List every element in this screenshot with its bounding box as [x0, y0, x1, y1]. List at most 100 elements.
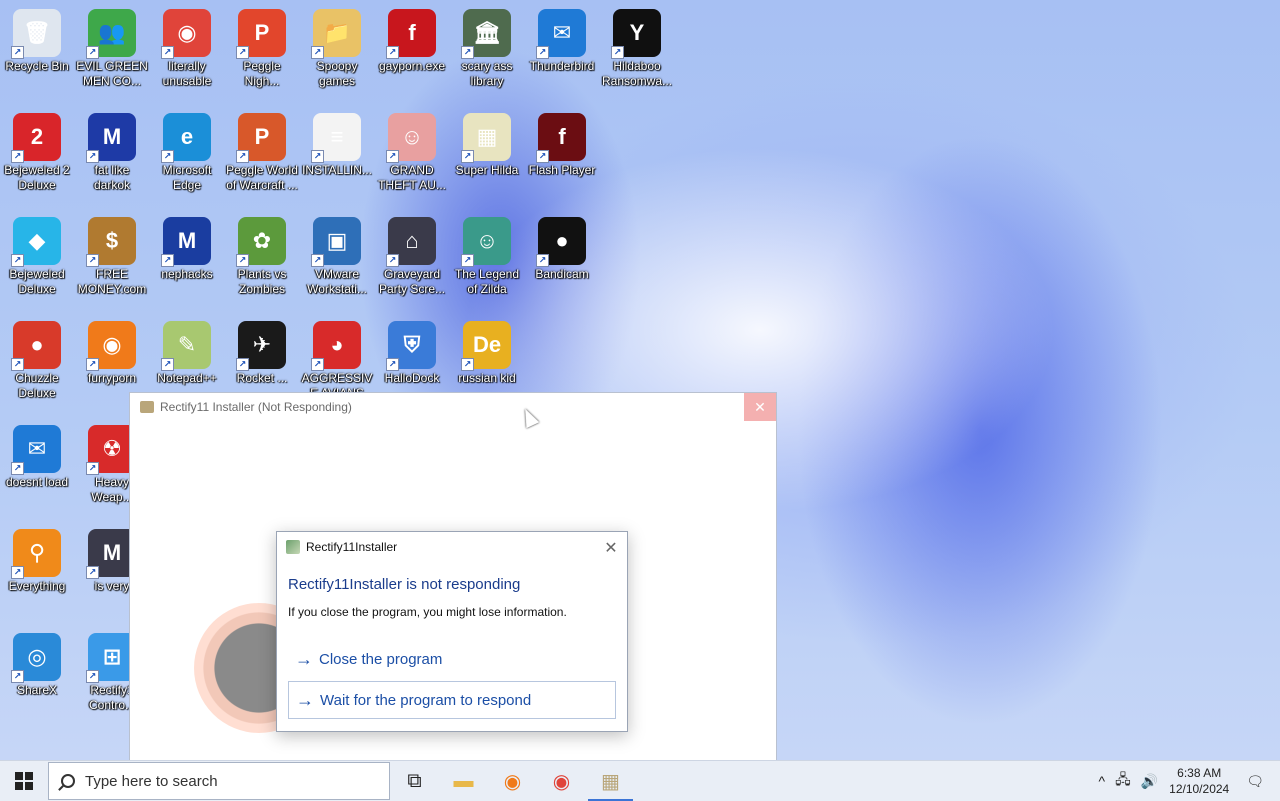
- desktop-icon[interactable]: 📁 ↗ Spoopy games: [300, 4, 374, 104]
- dialog-close-button[interactable]: ✕: [603, 538, 619, 558]
- task-view-icon: ⧉: [407, 769, 422, 792]
- dialog-heading: Rectify11Installer is not responding: [288, 576, 521, 593]
- desktop-icon-label: Peggle Nigh...: [243, 59, 281, 88]
- taskbar-button[interactable]: ◉: [537, 761, 586, 801]
- shortcut-arrow-icon: ↗: [386, 358, 399, 371]
- shortcut-arrow-icon: ↗: [11, 670, 24, 683]
- shortcut-arrow-icon: ↗: [236, 150, 249, 163]
- network-icon[interactable]: 🖧: [1115, 769, 1131, 793]
- app-icon: 2 ↗: [11, 113, 61, 163]
- desktop-icon[interactable]: Y ↗ Hildaboo Ransomwa...: [600, 4, 674, 104]
- shortcut-arrow-icon: ↗: [86, 670, 99, 683]
- installer-titlebar[interactable]: Rectify11 Installer (Not Responding): [130, 393, 776, 421]
- desktop-icon[interactable]: ● ↗ Bandicam: [525, 212, 599, 312]
- desktop-icon[interactable]: ⚲ ↗ Everything: [0, 524, 74, 624]
- app-icon: ◎ ↗: [11, 633, 61, 683]
- desktop-icon-label: Thunderbird: [529, 59, 595, 73]
- taskbar-button[interactable]: ⧉: [390, 761, 439, 801]
- desktop-icon[interactable]: ⌂ ↗ Graveyard Party Scre...: [375, 212, 449, 312]
- desktop-icon-label: Plants vs Zombies: [237, 267, 287, 296]
- app-icon: M ↗: [161, 217, 211, 267]
- desktop-icon[interactable]: ◆ ↗ Bejeweled Deluxe: [0, 212, 74, 312]
- desktop-icon-label: Chuzzle Deluxe: [15, 371, 59, 400]
- app-icon: ✿ ↗: [236, 217, 286, 267]
- desktop-icon[interactable]: e ↗ Microsoft Edge: [150, 108, 224, 208]
- wait-program-label: Wait for the program to respond: [320, 691, 532, 709]
- taskbar-button[interactable]: ▦: [586, 761, 635, 801]
- shortcut-arrow-icon: ↗: [161, 254, 174, 267]
- app-icon: ▣ ↗: [311, 217, 361, 267]
- app-icon: e ↗: [161, 113, 211, 163]
- desktop-icon[interactable]: ≡ ↗ INSTALLIN...: [300, 108, 374, 208]
- shortcut-arrow-icon: ↗: [461, 254, 474, 267]
- app-icon: M ↗: [86, 113, 136, 163]
- desktop-icon-label: Spoopy games: [316, 59, 358, 88]
- desktop-icon-label: scary ass library: [461, 59, 513, 88]
- desktop-icon-label: Flash Player: [528, 163, 596, 177]
- show-hidden-icons-chevron[interactable]: ^: [1099, 773, 1106, 789]
- desktop-icon-label: Notepad++: [157, 371, 217, 385]
- desktop-icon-label: VMware Workstati...: [307, 267, 367, 296]
- volume-icon[interactable]: 🔊: [1141, 773, 1158, 790]
- desktop-icon[interactable]: ✿ ↗ Plants vs Zombies: [225, 212, 299, 312]
- app-icon: $ ↗: [86, 217, 136, 267]
- clock-time: 6:38 AM: [1177, 766, 1222, 780]
- shortcut-arrow-icon: ↗: [86, 150, 99, 163]
- clock[interactable]: 6:38 AM 12/10/2024: [1169, 765, 1229, 797]
- desktop-icon[interactable]: f ↗ gayporn.exe: [375, 4, 449, 104]
- installer-title: Rectify11 Installer (Not Responding): [160, 400, 352, 414]
- desktop-icon-label: fat like darkok: [93, 163, 131, 192]
- desktop-icon[interactable]: ✉ ↗ Thunderbird: [525, 4, 599, 104]
- shortcut-arrow-icon: ↗: [11, 254, 24, 267]
- desktop-icon[interactable]: 🏛 ↗ scary ass library: [450, 4, 524, 104]
- desktop-icon[interactable]: ● ↗ Chuzzle Deluxe: [0, 316, 74, 416]
- shortcut-arrow-icon: ↗: [386, 150, 399, 163]
- shortcut-arrow-icon: ↗: [611, 46, 624, 59]
- desktop-icon[interactable]: M ↗ fat like darkok: [75, 108, 149, 208]
- desktop-icon[interactable]: 🗑 ↗ Recycle Bin: [0, 4, 74, 104]
- taskbar-button[interactable]: ▬: [439, 761, 488, 801]
- desktop-icon[interactable]: P ↗ Peggle World of Warcraft ...: [225, 108, 299, 208]
- notification-icon[interactable]: 🗨: [1246, 773, 1264, 790]
- desktop-icon[interactable]: ✉ ↗ doesnt load: [0, 420, 74, 520]
- app-icon: ✉ ↗: [11, 425, 61, 475]
- desktop-icon[interactable]: 2 ↗ Bejeweled 2 Deluxe: [0, 108, 74, 208]
- app-icon: ✈ ↗: [236, 321, 286, 371]
- installer-close-button[interactable]: ✕: [744, 393, 776, 421]
- desktop-icon-label: gayporn.exe: [378, 59, 446, 73]
- desktop-icon-label: Rocket ...: [236, 371, 288, 385]
- shortcut-arrow-icon: ↗: [536, 46, 549, 59]
- app-icon: ◉ ↗: [161, 9, 211, 59]
- desktop-icon-label: HalloDock: [384, 371, 440, 385]
- search-icon: [61, 774, 75, 788]
- shortcut-arrow-icon: ↗: [236, 46, 249, 59]
- shortcut-arrow-icon: ↗: [161, 358, 174, 371]
- taskbar-button[interactable]: ◉: [488, 761, 537, 801]
- dialog-app-icon: [286, 540, 300, 554]
- desktop-icon[interactable]: $ ↗ FREE MONEY.com: [75, 212, 149, 312]
- desktop-icon-label: Everything: [8, 579, 66, 593]
- shortcut-arrow-icon: ↗: [461, 358, 474, 371]
- desktop-icon-label: Bejeweled 2 Deluxe: [4, 163, 70, 192]
- wait-program-button[interactable]: → Wait for the program to respond: [288, 681, 616, 719]
- desktop-icon[interactable]: M ↗ nephacks: [150, 212, 224, 312]
- desktop-icon[interactable]: P ↗ Peggle Nigh...: [225, 4, 299, 104]
- close-program-button[interactable]: → Close the program: [288, 640, 616, 678]
- desktop-icon[interactable]: ◎ ↗ ShareX: [0, 628, 74, 728]
- desktop-icon-label: GRAND THEFT AU...: [378, 163, 446, 192]
- start-button[interactable]: [0, 761, 48, 801]
- desktop-icon[interactable]: ☺ ↗ The Legend of Zilda: [450, 212, 524, 312]
- desktop-icon[interactable]: f ↗ Flash Player: [525, 108, 599, 208]
- app-icon: 👥 ↗: [86, 9, 136, 59]
- firefox-icon: ◉: [503, 770, 522, 793]
- desktop-icon[interactable]: ☺ ↗ GRAND THEFT AU...: [375, 108, 449, 208]
- desktop-icon[interactable]: ▦ ↗ Super Hilda: [450, 108, 524, 208]
- desktop-icon[interactable]: ▣ ↗ VMware Workstati...: [300, 212, 374, 312]
- desktop-icon[interactable]: ◉ ↗ literally unusable: [150, 4, 224, 104]
- app-icon: ≡ ↗: [311, 113, 361, 163]
- taskbar-search-box[interactable]: Type here to search: [48, 762, 390, 800]
- shortcut-arrow-icon: ↗: [11, 46, 24, 59]
- desktop-icon-label: Graveyard Party Scre...: [378, 267, 446, 296]
- desktop-icon[interactable]: 👥 ↗ EVIL GREEN MEN CO...: [75, 4, 149, 104]
- app-icon: f ↗: [386, 9, 436, 59]
